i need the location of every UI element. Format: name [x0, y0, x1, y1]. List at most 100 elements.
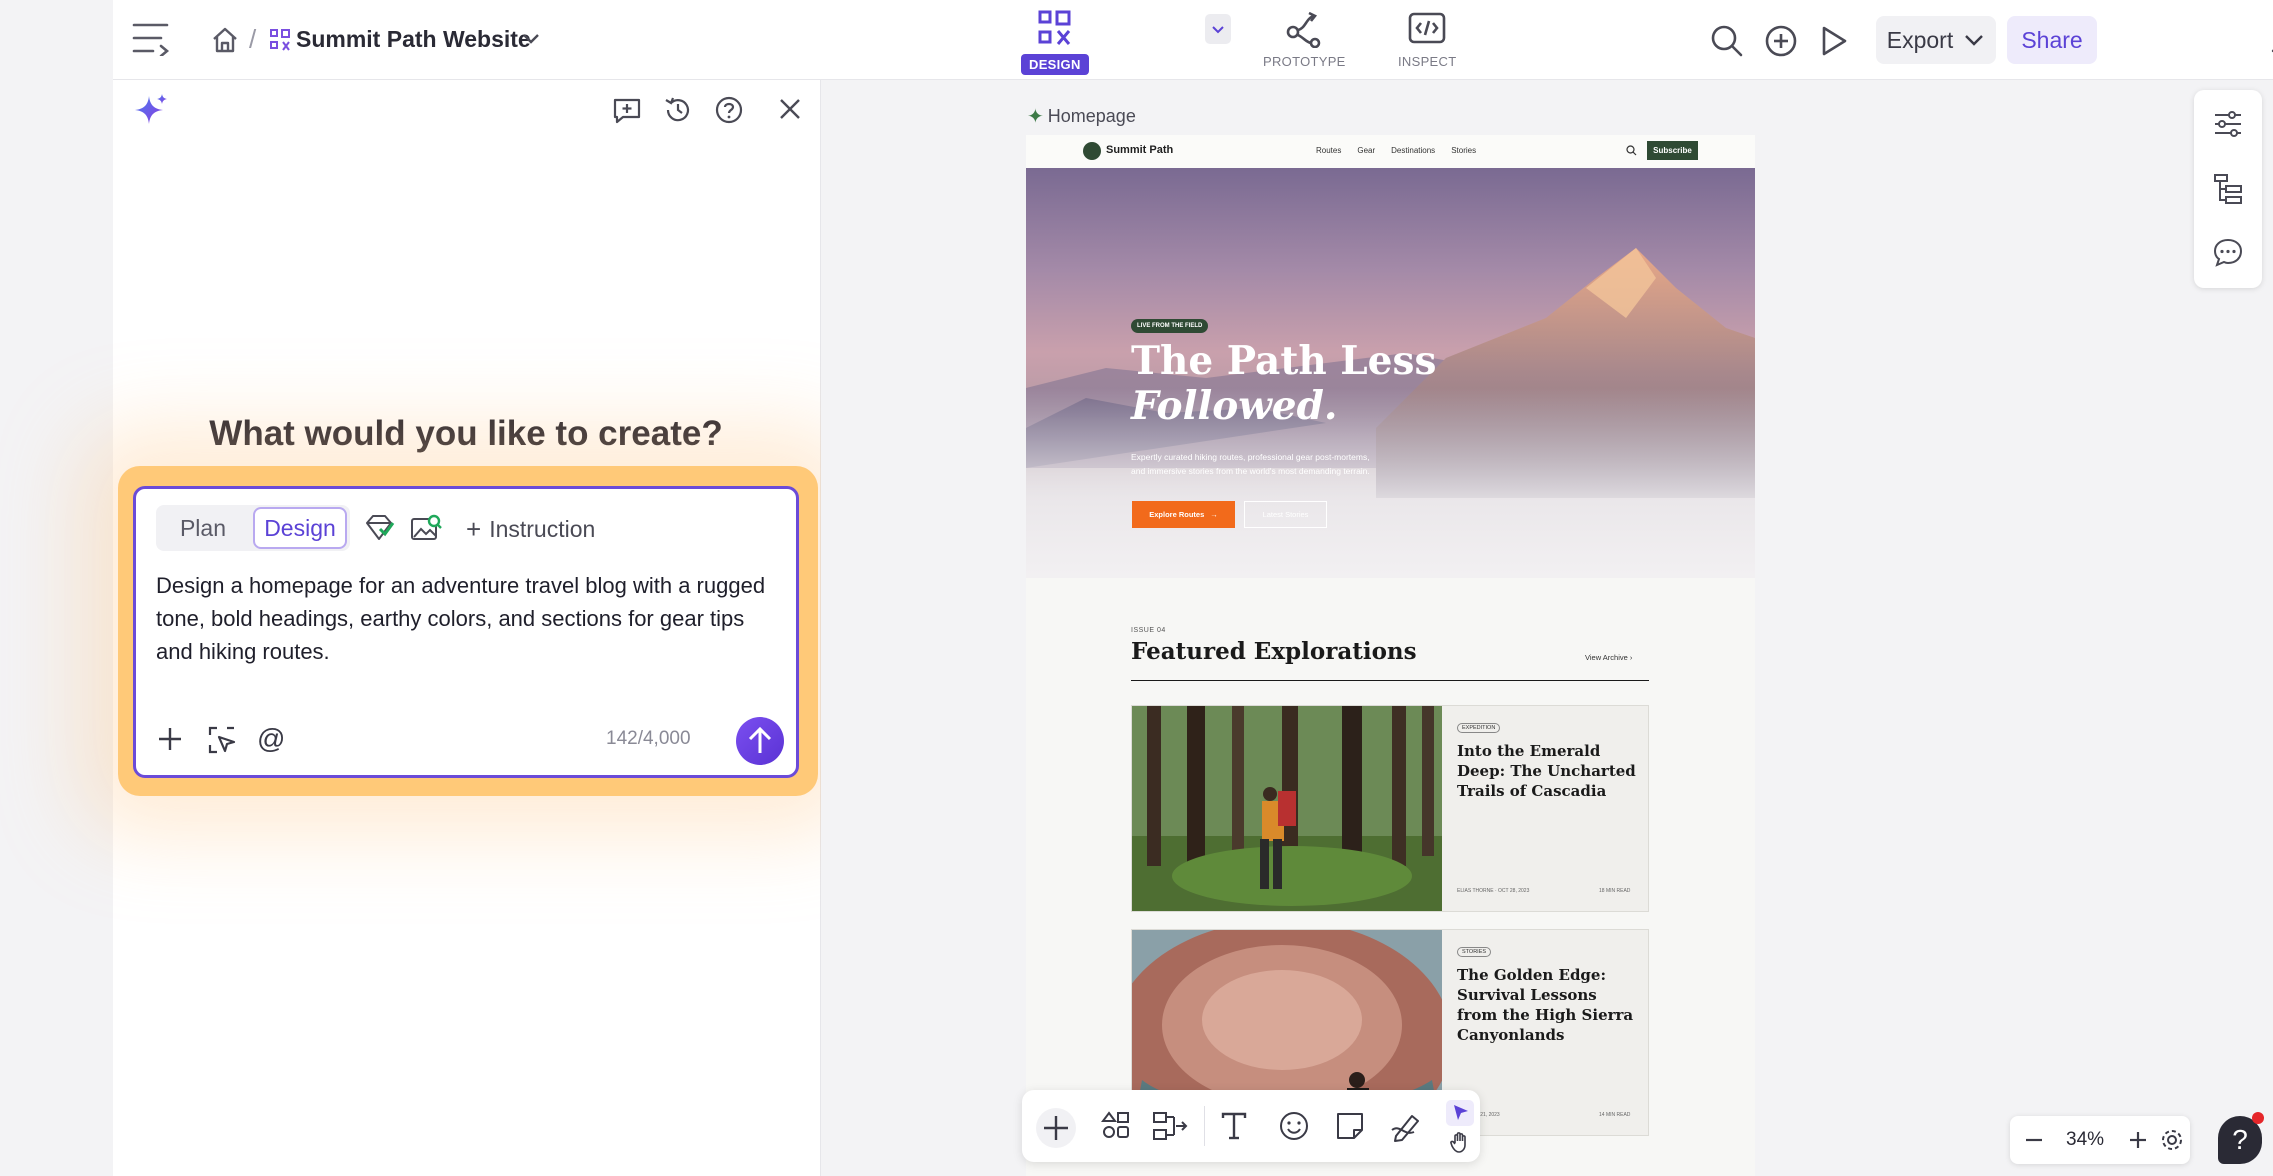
card-tag: STORIES — [1457, 947, 1492, 957]
pointer-tool[interactable] — [1446, 1100, 1474, 1126]
hero-title-line-1: The Path Less — [1131, 338, 1437, 384]
cta-primary-label: Explore Routes — [1149, 510, 1205, 519]
tab-inspect[interactable]: INSPECT — [1398, 8, 1456, 69]
comment-icon[interactable] — [2212, 236, 2244, 268]
section-divider — [1131, 680, 1649, 681]
design-mode-icon — [1038, 10, 1071, 45]
card-title-line: from the High Sierra — [1457, 1006, 1634, 1024]
sticky-note-icon[interactable] — [1334, 1110, 1366, 1142]
layers-icon[interactable] — [2212, 172, 2244, 204]
zoom-level[interactable]: 34% — [2066, 1129, 2104, 1151]
site-subscribe-button: Subscribe — [1647, 141, 1698, 160]
chevron-down-icon — [1965, 35, 1984, 46]
home-icon[interactable] — [211, 26, 239, 54]
hero-badge: LIVE FROM THE FIELD — [1131, 319, 1209, 333]
add-element-button[interactable] — [1036, 1108, 1076, 1148]
site-logo — [1083, 142, 1101, 160]
attach-plus-icon[interactable] — [156, 725, 184, 753]
zoom-in-icon[interactable] — [2126, 1128, 2150, 1152]
flow-icon[interactable] — [1152, 1110, 1190, 1142]
plus-icon — [1044, 1116, 1068, 1140]
export-button[interactable]: Export — [1876, 16, 1996, 64]
plus-icon: + — [466, 514, 482, 544]
card-title-line: Survival Lessons — [1457, 986, 1597, 1004]
tab-prototype-label: PROTOTYPE — [1263, 54, 1346, 69]
hand-tool-icon[interactable] — [1448, 1130, 1472, 1154]
chevron-down-icon[interactable] — [522, 32, 540, 46]
chevron-down-icon — [1212, 26, 1224, 34]
share-button[interactable]: Share — [2007, 16, 2097, 64]
section-title: Featured Explorations — [1131, 638, 1417, 665]
card-meta: ELIAS THORNE · OCT 28, 2023 — [1457, 888, 1530, 894]
history-icon[interactable] — [663, 95, 693, 125]
tab-design[interactable]: DESIGN — [1021, 8, 1089, 75]
style-gem-icon[interactable] — [363, 513, 395, 543]
export-label: Export — [1886, 26, 1954, 53]
project-icon — [269, 28, 291, 52]
pen-tool-icon[interactable] — [1390, 1110, 1424, 1142]
breadcrumb-separator: / — [249, 24, 257, 54]
prompt-card: Plan Design + Instruction Design a homep… — [133, 486, 799, 778]
card-title: Into the Emerald Deep: The Uncharted Tra… — [1457, 741, 1636, 801]
card-tag: EXPEDITION — [1457, 723, 1501, 733]
nav-link: Gear — [1357, 146, 1376, 155]
card-image-forest — [1132, 706, 1442, 911]
bottom-toolbar — [1022, 1090, 1480, 1162]
char-count: 142/4,000 — [606, 728, 691, 749]
hero-description: Expertly curated hiking routes, professi… — [1131, 450, 1370, 478]
add-icon[interactable] — [1764, 24, 1798, 58]
text-tool-icon[interactable] — [1218, 1110, 1250, 1142]
add-instruction-button[interactable]: + Instruction — [466, 514, 595, 545]
hero-title-line-2: Followed. — [1131, 383, 1338, 429]
mention-icon[interactable]: @ — [257, 723, 285, 755]
zoom-out-icon[interactable] — [2022, 1128, 2046, 1152]
emoji-icon[interactable] — [1278, 1110, 1310, 1142]
forest-illustration — [1132, 706, 1442, 911]
site-nav-links: Routes Gear Destinations Stories — [1316, 146, 1476, 155]
plan-tab[interactable]: Plan — [160, 507, 246, 549]
sliders-icon[interactable] — [2212, 108, 2244, 140]
search-icon[interactable] — [1710, 24, 1744, 58]
hero-desc-line: Expertly curated hiking routes, professi… — [1131, 452, 1370, 462]
card-title: The Golden Edge: Survival Lessons from t… — [1457, 965, 1633, 1045]
card-read-time: 14 MIN READ — [1599, 1112, 1631, 1118]
send-button[interactable] — [736, 717, 784, 765]
cursor-icon — [1454, 1105, 1468, 1120]
hero-title: The Path Less Followed. — [1131, 339, 1436, 429]
help-icon[interactable] — [714, 95, 744, 125]
card-title-line: Trails of Cascadia — [1457, 782, 1607, 800]
card-title-line: Into the Emerald — [1457, 742, 1601, 760]
tab-inspect-label: INSPECT — [1398, 54, 1457, 69]
image-search-icon[interactable] — [410, 513, 442, 543]
components-icon[interactable] — [1100, 1110, 1132, 1142]
arrow-up-icon — [748, 726, 772, 753]
frame-icon: ✦ — [1027, 106, 1044, 128]
site-brand: Summit Path — [1106, 144, 1174, 156]
play-icon[interactable] — [1819, 25, 1849, 57]
prompt-heading: What would you like to create? — [209, 414, 723, 453]
frame-label[interactable]: ✦ Homepage — [1027, 104, 1136, 129]
nav-link: Stories — [1451, 146, 1477, 155]
menu-icon[interactable] — [131, 20, 171, 56]
new-chat-icon[interactable] — [612, 96, 642, 126]
hero-desc-line: and immersive stories from the world's m… — [1131, 466, 1370, 476]
toolbar-divider — [1204, 1106, 1205, 1146]
arrow-right-icon: → — [1210, 510, 1218, 519]
card-title-line: The Golden Edge: — [1457, 966, 1606, 984]
prompt-textarea[interactable]: Design a homepage for an adventure trave… — [156, 569, 786, 668]
frame-label-text: Homepage — [1047, 106, 1136, 126]
hero-cta-secondary: Latest Stories — [1244, 501, 1327, 528]
project-name[interactable]: Summit Path Website — [296, 26, 531, 53]
close-icon[interactable] — [778, 97, 802, 121]
tab-prototype[interactable]: PROTOTYPE — [1263, 8, 1346, 69]
card-read-time: 18 MIN READ — [1599, 888, 1631, 894]
view-archive-label: View Archive — [1585, 653, 1628, 662]
tab-design-label: DESIGN — [1021, 54, 1089, 75]
design-tab[interactable]: Design — [253, 507, 347, 549]
homepage-frame[interactable]: Summit Path Routes Gear Destinations Sto… — [1026, 135, 1755, 1176]
design-mode-dropdown[interactable] — [1205, 14, 1231, 44]
settings-icon[interactable] — [2160, 1128, 2184, 1152]
nav-link: Routes — [1316, 146, 1342, 155]
instruction-label: Instruction — [489, 516, 596, 542]
select-element-icon[interactable] — [207, 725, 237, 755]
